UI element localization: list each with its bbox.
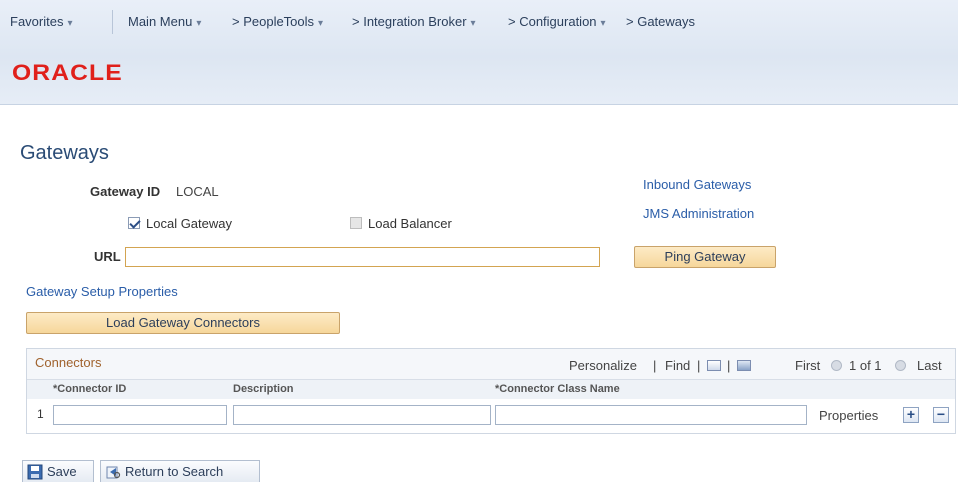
chevron-down-icon: ▾ [470,18,476,29]
add-row-button[interactable]: + [903,407,919,423]
save-icon [27,464,43,480]
configuration-label: > Configuration [508,14,597,29]
view-all-icon[interactable] [707,358,721,373]
row-number: 1 [37,407,44,421]
favorites-menu[interactable]: Favorites ▾ [10,14,73,29]
properties-link[interactable]: Properties [819,408,878,423]
url-label: URL [94,249,121,264]
chevron-down-icon: ▾ [67,18,73,29]
nav-separator: | [727,358,731,373]
gateway-id-value: LOCAL [176,184,219,199]
previous-icon[interactable] [831,358,842,373]
row-range: 1 of 1 [849,358,882,373]
minus-icon: − [936,406,946,422]
load-balancer-label: Load Balancer [368,216,452,231]
column-connector-id: *Connector ID [53,383,127,395]
chevron-down-icon: ▾ [318,18,324,29]
chevron-down-icon: ▾ [196,18,202,29]
breadcrumb: Favorites ▾ Main Menu ▾ > PeopleTools ▾ > I… [0,6,958,34]
local-gateway-label: Local Gateway [146,216,232,231]
ping-gateway-button[interactable]: Ping Gateway [634,246,776,268]
next-icon[interactable] [895,358,906,373]
save-label: Save [47,464,77,479]
peoplesoft-page: Favorites ▾ Main Menu ▾ > PeopleTools ▾ > I… [0,0,958,482]
favorites-label: Favorites [10,14,64,29]
column-description: Description [233,383,294,395]
page-title: Gateways [20,142,109,164]
return-to-search-button[interactable]: Return to Search [100,460,260,482]
table-row: 1 Properties + − [27,399,955,433]
header-banner: Favorites ▾ Main Menu ▾ > PeopleTools ▾ > I… [0,0,958,105]
local-gateway-checkbox[interactable] [128,217,140,229]
peopletools-label: > PeopleTools [232,14,315,29]
connectors-grid: Connectors Personalize | Find | | First … [26,348,956,434]
breadcrumb-integration-broker[interactable]: > Integration Broker ▾ [352,14,476,29]
last-link[interactable]: Last [917,358,942,373]
integration-broker-label: > Integration Broker [352,14,467,29]
breadcrumb-peopletools[interactable]: > PeopleTools ▾ [232,14,323,29]
grid-header: Connectors Personalize | Find | | First … [27,349,955,379]
grid-column-headers: *Connector ID Description *Connector Cla… [27,379,955,400]
connector-class-name-input[interactable] [495,405,807,425]
column-connector-class-name: *Connector Class Name [495,383,620,395]
main-menu-label: Main Menu [128,14,193,29]
jms-administration-link[interactable]: JMS Administration [643,206,754,221]
return-search-icon [106,466,121,479]
connector-id-input[interactable] [53,405,227,425]
menu-divider [112,10,113,34]
return-to-search-label: Return to Search [125,464,224,479]
chevron-down-icon: ▾ [600,18,606,29]
nav-separator: | [697,358,701,373]
breadcrumb-configuration[interactable]: > Configuration ▾ [508,14,606,29]
delete-row-button[interactable]: − [933,407,949,423]
first-link[interactable]: First [795,358,820,373]
nav-separator: | [653,358,657,373]
personalize-link[interactable]: Personalize [569,358,637,373]
breadcrumb-gateways[interactable]: > Gateways [626,14,695,29]
main-menu[interactable]: Main Menu ▾ [128,14,201,29]
gateway-setup-properties-link[interactable]: Gateway Setup Properties [26,284,178,299]
oracle-logo: ORACLE [12,60,123,85]
download-icon[interactable] [737,358,751,373]
gateways-breadcrumb-label: > Gateways [626,14,696,29]
find-link[interactable]: Find [665,358,690,373]
inbound-gateways-link[interactable]: Inbound Gateways [643,177,751,192]
description-input[interactable] [233,405,491,425]
plus-icon: + [906,406,916,422]
url-input[interactable] [125,247,600,267]
gateway-id-label: Gateway ID [90,184,161,199]
grid-title: Connectors [35,355,102,370]
load-gateway-connectors-button[interactable]: Load Gateway Connectors [26,312,340,334]
load-balancer-checkbox [350,217,362,229]
save-button[interactable]: Save [22,460,94,482]
